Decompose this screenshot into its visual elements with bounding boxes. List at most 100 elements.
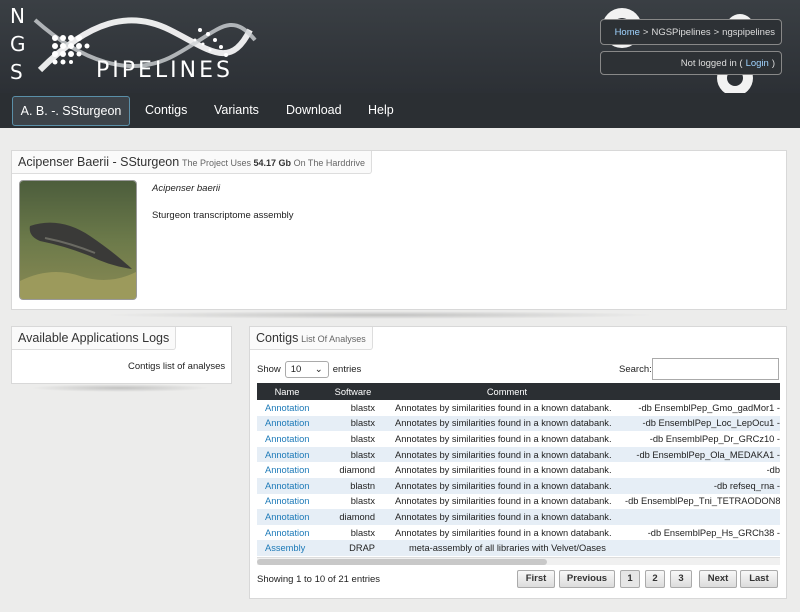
analysis-software: blastx: [317, 400, 389, 416]
applogs-title-tab: Available Applications Logs: [12, 327, 177, 350]
panel-shadow: [30, 384, 210, 392]
analysis-name-link[interactable]: Annotation: [257, 462, 317, 478]
analysis-parameters: [625, 540, 780, 556]
logo-letter-n: N: [10, 4, 26, 28]
project-usage: The Project Uses 54.17 Gb On The Harddri…: [182, 158, 365, 168]
analyses-table: Name Software Comment Annotation blastx …: [257, 383, 780, 556]
nav-item-help[interactable]: Help: [368, 93, 394, 128]
table-row: Annotation blastx Annotates by similarit…: [257, 493, 780, 510]
analysis-parameters: -db EnsemblPep_Gmo_gadMor1 -: [625, 400, 780, 416]
logo-letter-g: G: [10, 32, 27, 56]
table-row: Annotation diamond Annotates by similari…: [257, 509, 780, 525]
applogs-title: Available Applications Logs: [18, 331, 170, 345]
pagination-last-button[interactable]: Last: [740, 570, 778, 588]
analysis-software: blastn: [317, 477, 389, 494]
scrollbar-thumb[interactable]: [257, 559, 547, 565]
usage-prefix: The Project Uses: [181, 158, 252, 168]
breadcrumb-ngspipelines[interactable]: NGSPipelines: [651, 27, 710, 38]
analysis-parameters: -db: [625, 462, 780, 478]
nav-item-download[interactable]: Download: [286, 93, 342, 128]
analysis-name-link[interactable]: Annotation: [257, 493, 317, 510]
analysis-name-link[interactable]: Annotation: [257, 400, 317, 416]
analysis-comment: Annotates by similarities found in a kno…: [389, 477, 625, 494]
analysis-parameters: -db EnsemblPep_Tni_TETRAODON8 -: [625, 493, 780, 510]
column-header-parameters[interactable]: [625, 383, 780, 400]
table-header-row: Name Software Comment: [257, 383, 780, 400]
analysis-name-link[interactable]: Annotation: [257, 524, 317, 541]
analysis-software: blastx: [317, 431, 389, 447]
project-title-tab: Acipenser Baerii - SSturgeon The Project…: [12, 151, 372, 174]
nav-item-variants[interactable]: Variants: [214, 93, 259, 128]
analysis-comment: Annotates by similarities found in a kno…: [389, 462, 625, 478]
table-horizontal-scrollbar[interactable]: [257, 557, 780, 565]
project-title: Acipenser Baerii - SSturgeon: [18, 155, 180, 169]
pagination-page-3[interactable]: 3: [670, 570, 692, 588]
table-row: Annotation diamond Annotates by similari…: [257, 462, 780, 478]
nav-item-contigs[interactable]: Contigs: [145, 93, 187, 128]
nav-item-project[interactable]: A. B. -. SSturgeon: [12, 96, 130, 126]
analysis-name-link[interactable]: Assembly: [257, 540, 317, 556]
analysis-name-link[interactable]: Annotation: [257, 431, 317, 447]
breadcrumb-home-link[interactable]: Home: [615, 27, 640, 38]
analysis-software: diamond: [317, 462, 389, 478]
page-length-value: 10: [290, 364, 302, 375]
analysis-comment: Annotates by similarities found in a kno…: [389, 415, 625, 432]
panel-shadow: [100, 311, 660, 319]
analysis-software: DRAP: [317, 540, 389, 556]
analysis-name-link[interactable]: Annotation: [257, 415, 317, 432]
pagination-page-1[interactable]: 1: [620, 570, 640, 588]
analysis-name-link[interactable]: Annotation: [257, 477, 317, 494]
breadcrumb-separator: >: [713, 26, 720, 38]
analysis-parameters: -db refseq_rna -: [625, 477, 780, 494]
analysis-name-link[interactable]: Annotation: [257, 446, 317, 463]
analysis-parameters: -db EnsemblPep_Hs_GRCh38 -: [625, 524, 780, 541]
contigs-subtitle: List Of Analyses: [301, 334, 366, 344]
pagination-first-button[interactable]: First: [517, 570, 555, 588]
table-row: Annotation blastx Annotates by similarit…: [257, 415, 780, 432]
analysis-name-link[interactable]: Annotation: [257, 509, 317, 525]
species-name: Acipenser baerii: [152, 183, 221, 194]
usage-value: 54.17 Gb: [253, 158, 292, 168]
page-length-control: Show 10 ⌄ entries: [257, 361, 361, 378]
column-header-name[interactable]: Name: [257, 383, 317, 400]
analysis-software: blastx: [317, 524, 389, 541]
analysis-comment: Annotates by similarities found in a kno…: [389, 446, 625, 463]
analysis-comment: meta-assembly of all libraries with Velv…: [389, 540, 625, 556]
pagination-page-2[interactable]: 2: [645, 570, 665, 588]
species-photo: [19, 180, 137, 300]
page-length-select[interactable]: 10 ⌄: [284, 361, 329, 378]
analysis-software: blastx: [317, 415, 389, 432]
analysis-comment: Annotates by similarities found in a kno…: [389, 509, 625, 525]
analysis-software: blastx: [317, 493, 389, 510]
table-row: Annotation blastn Annotates by similarit…: [257, 477, 780, 494]
contigs-title-tab: Contigs List Of Analyses: [250, 327, 373, 350]
show-label: Show: [257, 364, 281, 375]
column-header-comment[interactable]: Comment: [389, 383, 625, 400]
table-row: Annotation blastx Annotates by similarit…: [257, 446, 780, 463]
usage-suffix: On The Harddrive: [293, 158, 365, 168]
analysis-comment: Annotates by similarities found in a kno…: [389, 400, 625, 416]
analysis-parameters: -db EnsemblPep_Ola_MEDAKA1 -: [625, 446, 780, 463]
table-row: Annotation blastx Annotates by similarit…: [257, 431, 780, 447]
search-label: Search:: [619, 364, 652, 375]
pagination-previous-button[interactable]: Previous: [559, 570, 615, 588]
analysis-parameters: [625, 509, 780, 525]
analysis-software: blastx: [317, 446, 389, 463]
column-header-software[interactable]: Software: [317, 383, 389, 400]
analysis-parameters: -db EnsemblPep_Loc_LepOcu1 -: [625, 415, 780, 432]
login-link[interactable]: Login: [746, 58, 769, 69]
login-prefix: Not logged in (: [680, 57, 743, 69]
table-row: Annotation blastx Annotates by similarit…: [257, 524, 780, 541]
search-input[interactable]: [652, 358, 779, 380]
header: N G S PIPELINES Home > NGSPipelines > ng…: [0, 0, 800, 93]
applogs-panel: Available Applications Logs: [11, 326, 232, 384]
pagination-next-button[interactable]: Next: [699, 570, 737, 588]
analysis-comment: Annotates by similarities found in a kno…: [389, 493, 625, 510]
applog-item-contigs[interactable]: Contigs list of analyses: [128, 361, 225, 372]
entries-label: entries: [332, 364, 362, 375]
analysis-parameters: -db EnsemblPep_Dr_GRCz10 -: [625, 431, 780, 447]
breadcrumb-separator: >: [642, 26, 649, 38]
project-description: Sturgeon transcriptome assembly: [152, 210, 294, 221]
login-status: Not logged in ( Login ): [600, 51, 782, 75]
chevron-down-icon: ⌄: [314, 364, 323, 375]
